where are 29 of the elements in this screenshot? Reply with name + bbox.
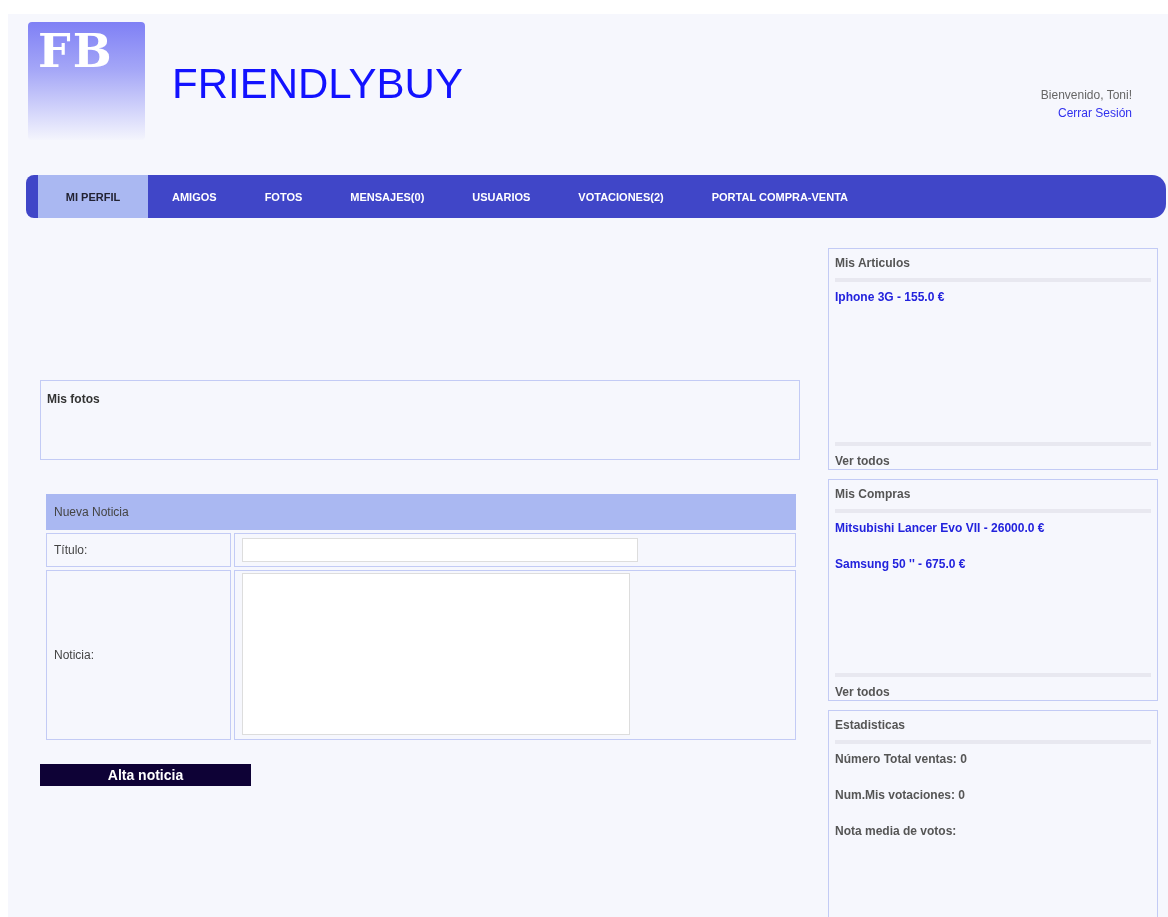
nav-tab[interactable]: AMIGOS bbox=[148, 175, 241, 218]
nav-tab[interactable]: MI PERFIL bbox=[38, 175, 148, 218]
view-all-link[interactable]: Ver todos bbox=[835, 685, 1151, 699]
nav-tab[interactable]: USUARIOS bbox=[448, 175, 555, 218]
panel-title: Estadisticas bbox=[835, 718, 907, 732]
field-label: Noticia: bbox=[46, 570, 231, 740]
panel-title: Mis Articulos bbox=[835, 256, 911, 270]
title-field[interactable] bbox=[242, 538, 638, 562]
nav-tab[interactable]: PORTAL COMPRA-VENTA bbox=[687, 175, 872, 218]
submit-button[interactable]: Alta noticia bbox=[40, 764, 251, 786]
logout-link[interactable]: Cerrar Sesión bbox=[1057, 106, 1132, 120]
stat-text: Nota media de votos: bbox=[835, 824, 958, 838]
site-title: FRIENDLYBUY bbox=[172, 60, 463, 108]
field-label: Título: bbox=[46, 533, 231, 567]
nav-tab[interactable]: MENSAJES(0) bbox=[326, 175, 449, 218]
panel-title: Mis Compras bbox=[835, 487, 912, 501]
item-link[interactable]: Samsung 50 '' - 675.0 € bbox=[835, 557, 1151, 571]
nav-tab[interactable]: FOTOS bbox=[240, 175, 327, 218]
logo: FB bbox=[28, 22, 145, 140]
news-field[interactable] bbox=[242, 573, 630, 735]
item-link[interactable]: Iphone 3G - 155.0 € bbox=[835, 290, 1151, 304]
stat-text: Número Total ventas: 0 bbox=[835, 752, 968, 766]
panel-title: Mis fotos bbox=[47, 392, 100, 406]
stat-text: Num.Mis votaciones: 0 bbox=[835, 788, 967, 802]
item-link[interactable]: Mitsubishi Lancer Evo VII - 26000.0 € bbox=[835, 521, 1151, 535]
form-header: Nueva Noticia bbox=[46, 494, 796, 530]
welcome-text: Bienvenido, Toni! bbox=[1040, 88, 1132, 102]
nav-tab[interactable]: VOTACIONES(2) bbox=[554, 175, 688, 218]
view-all-link[interactable]: Ver todos bbox=[835, 454, 1151, 468]
